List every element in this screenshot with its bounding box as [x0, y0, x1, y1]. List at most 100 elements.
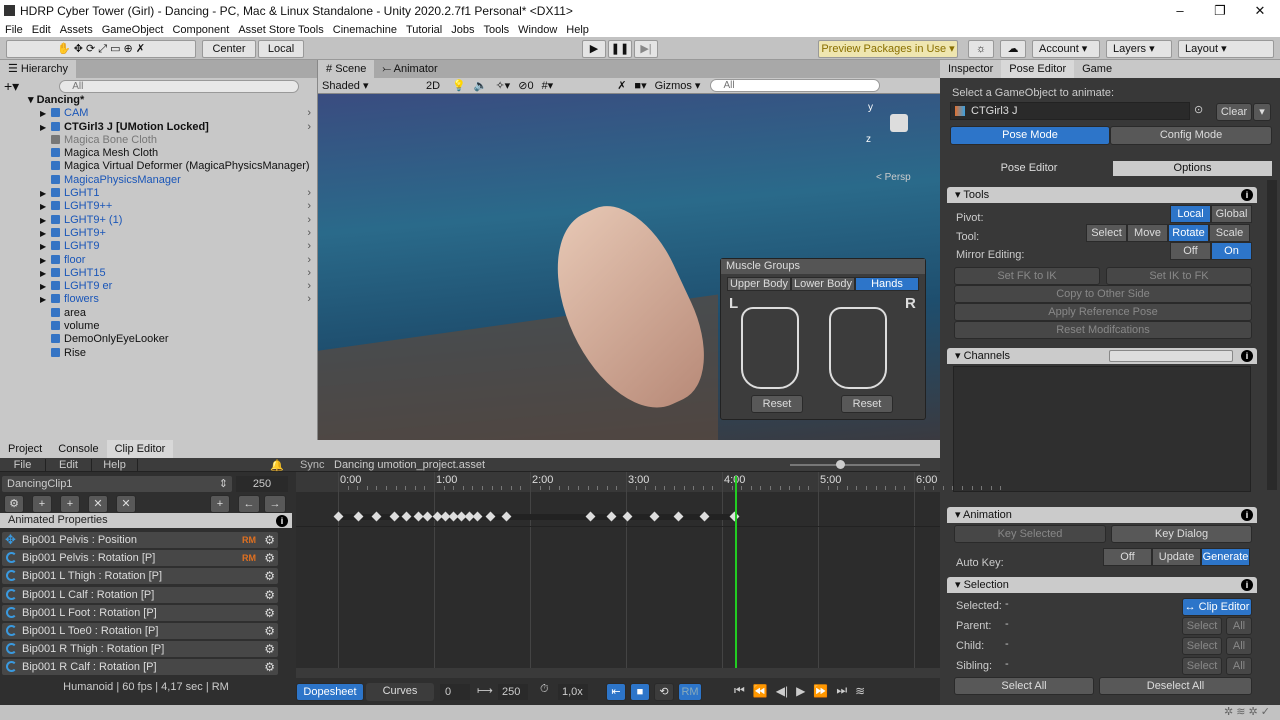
left-hand-sliders[interactable]	[741, 307, 799, 389]
menu-file[interactable]: File	[0, 24, 27, 36]
info-icon[interactable]: i	[1241, 350, 1253, 362]
config-mode-button[interactable]: Config Mode	[1110, 126, 1272, 145]
dopesheet-timeline[interactable]: 0:001:002:003:004:005:006:00	[296, 472, 1002, 668]
copy-other-side-button[interactable]: Copy to Other Side	[954, 285, 1252, 303]
camera-icon[interactable]: ■▾	[634, 79, 646, 92]
gizmos-dropdown[interactable]: Gizmos ▾	[655, 79, 701, 92]
maximize-button[interactable]: ❐	[1200, 0, 1240, 22]
muscle-tab-upper-body[interactable]: Upper Body	[727, 277, 791, 291]
key-selected-button[interactable]: Key Selected	[954, 525, 1106, 543]
minimize-button[interactable]: –	[1160, 0, 1200, 22]
hierarchy-item[interactable]: Magica Virtual Deformer (MagicaPhysicsMa…	[0, 160, 317, 173]
scene-gizmo[interactable]	[890, 114, 908, 132]
hierarchy-item[interactable]: MagicaPhysicsManager	[0, 174, 317, 187]
hierarchy-item[interactable]: ▶ LGHT9++ ›	[0, 200, 317, 213]
expand-arrow-icon[interactable]: ▶	[40, 280, 51, 293]
hierarchy-item[interactable]: Magica Bone Cloth	[0, 134, 317, 147]
select-sibling-button[interactable]: Select	[1182, 657, 1222, 675]
rm-toggle[interactable]: RM	[678, 683, 702, 701]
tool-option-select[interactable]: Select	[1086, 224, 1127, 242]
hierarchy-search-input[interactable]	[59, 79, 300, 93]
dopesheet-button[interactable]: Dopesheet	[296, 683, 364, 701]
info-icon[interactable]: i	[1241, 509, 1253, 521]
object-picker-icon[interactable]: ⊙	[1194, 103, 1203, 116]
mirror-option-off[interactable]: Off	[1170, 242, 1211, 260]
deselect-all-button[interactable]: Deselect All	[1099, 677, 1252, 695]
prev-frame-icon[interactable]: ◀|	[776, 684, 788, 698]
cloud-icon[interactable]: ☁	[1000, 40, 1026, 58]
menu-jobs[interactable]: Jobs	[446, 24, 478, 36]
hierarchy-item[interactable]: ▶ CTGirl3 J [UMotion Locked] ›	[0, 121, 317, 134]
playhead[interactable]	[734, 476, 737, 668]
add-icon[interactable]: +▾	[4, 78, 19, 95]
end-frame-field[interactable]: 250	[498, 684, 528, 700]
hierarchy-item[interactable]: ▶ LGHT15 ›	[0, 267, 317, 280]
auto-option-update[interactable]: Update	[1152, 548, 1201, 566]
animated-property-row[interactable]: Bip001 L Thigh : Rotation [P] ⚙	[2, 568, 278, 585]
clear-dropdown[interactable]: ▾	[1253, 103, 1271, 121]
hierarchy-item[interactable]: ▶ LGHT9 er ›	[0, 280, 317, 293]
add-property-icon[interactable]: +	[210, 495, 230, 513]
hierarchy-item[interactable]: ▶ LGHT9+ ›	[0, 227, 317, 240]
start-frame-field[interactable]: 0	[440, 684, 470, 700]
gear-icon[interactable]: ⚙	[264, 641, 275, 657]
pose-mode-button[interactable]: Pose Mode	[950, 126, 1110, 145]
animated-property-row[interactable]: Bip001 L Calf : Rotation [P] ⚙	[2, 586, 278, 603]
menu-component[interactable]: Component	[167, 24, 233, 36]
center-button[interactable]: Center	[202, 40, 256, 58]
menu-edit[interactable]: Edit	[27, 24, 55, 36]
expand-arrow-icon[interactable]: ▶	[40, 240, 51, 253]
expand-arrow-icon[interactable]: ▶	[40, 187, 51, 200]
select-all-parent-button[interactable]: All	[1226, 617, 1252, 635]
tab-hierarchy[interactable]: ☰ Hierarchy	[0, 60, 76, 78]
select-child-button[interactable]: Select	[1182, 637, 1222, 655]
effects-icon[interactable]: ✧▾	[495, 79, 510, 92]
notification-icon[interactable]: 🔔	[270, 459, 284, 472]
tool-option-move[interactable]: Move	[1127, 224, 1168, 242]
clear-button[interactable]: Clear	[1216, 103, 1252, 121]
tool-option-rotate[interactable]: Rotate	[1168, 224, 1209, 242]
menu-gameobject[interactable]: GameObject	[97, 24, 168, 36]
play-button[interactable]: ▶	[582, 40, 606, 58]
hierarchy-item[interactable]: DemoOnlyEyeLooker	[0, 333, 317, 346]
gear-icon[interactable]: ⚙	[264, 623, 275, 639]
hierarchy-item[interactable]: Magica Mesh Cloth	[0, 147, 317, 160]
scene-search-input[interactable]	[710, 79, 881, 92]
lighting-icon[interactable]: 💡	[452, 79, 466, 92]
menu-tools[interactable]: Tools	[478, 24, 513, 36]
menu-window[interactable]: Window	[513, 24, 561, 36]
scrollbar[interactable]	[1267, 180, 1277, 490]
delete-clips-icon[interactable]: ✕	[116, 495, 136, 513]
tools-section-header[interactable]: ▾ Tools i	[947, 187, 1257, 203]
scene-viewport[interactable]: y z < Persp Muscle Groups Upper Body Lowe…	[318, 94, 940, 440]
animated-property-row[interactable]: Bip001 R Thigh : Rotation [P] ⚙	[2, 641, 278, 658]
preview-packages-button[interactable]: Preview Packages in Use ▾	[818, 40, 958, 58]
hierarchy-item[interactable]: Rise	[0, 347, 317, 360]
time-ruler[interactable]	[296, 472, 940, 492]
mirror-option-on[interactable]: On	[1211, 242, 1252, 260]
hierarchy-item[interactable]: volume	[0, 320, 317, 333]
audio-icon[interactable]: 🔈	[474, 79, 488, 92]
select-all-button[interactable]: Select All	[954, 677, 1094, 695]
clip-menu-file[interactable]: File	[0, 458, 46, 471]
animated-property-row[interactable]: Bip001 L Foot : Rotation [P] ⚙	[2, 604, 278, 621]
transform-tools[interactable]: ✋ ✥ ⟳ ⤢ ▭ ⊕ ✗	[6, 40, 196, 58]
hierarchy-item[interactable]: ▶ LGHT9+ (1) ›	[0, 214, 317, 227]
selection-section-header[interactable]: ▾ Selection i	[947, 577, 1257, 593]
clip-length-field[interactable]: 250	[236, 476, 288, 492]
expand-arrow-icon[interactable]: ▶	[40, 121, 51, 134]
shading-dropdown[interactable]: Shaded ▾	[318, 79, 418, 92]
zoom-slider[interactable]	[790, 460, 920, 469]
select-parent-button[interactable]: Select	[1182, 617, 1222, 635]
channels-search-input[interactable]	[1109, 350, 1233, 362]
pause-button[interactable]: ❚❚	[608, 40, 632, 58]
tab-clip-editor[interactable]: Clip Editor	[106, 440, 174, 458]
muscle-tab-hands[interactable]: Hands	[855, 277, 919, 291]
right-hand-sliders[interactable]	[829, 307, 887, 389]
tool-option-scale[interactable]: Scale	[1209, 224, 1250, 242]
right-reset-button[interactable]: Reset	[841, 395, 893, 413]
target-field[interactable]: CTGirl3 J	[950, 102, 1190, 120]
speed-field[interactable]: 1,0x	[558, 684, 588, 700]
animated-property-row[interactable]: ✥ Bip001 Pelvis : Position RM ⚙	[2, 532, 278, 548]
loop-icon[interactable]: ⟲	[654, 683, 674, 701]
